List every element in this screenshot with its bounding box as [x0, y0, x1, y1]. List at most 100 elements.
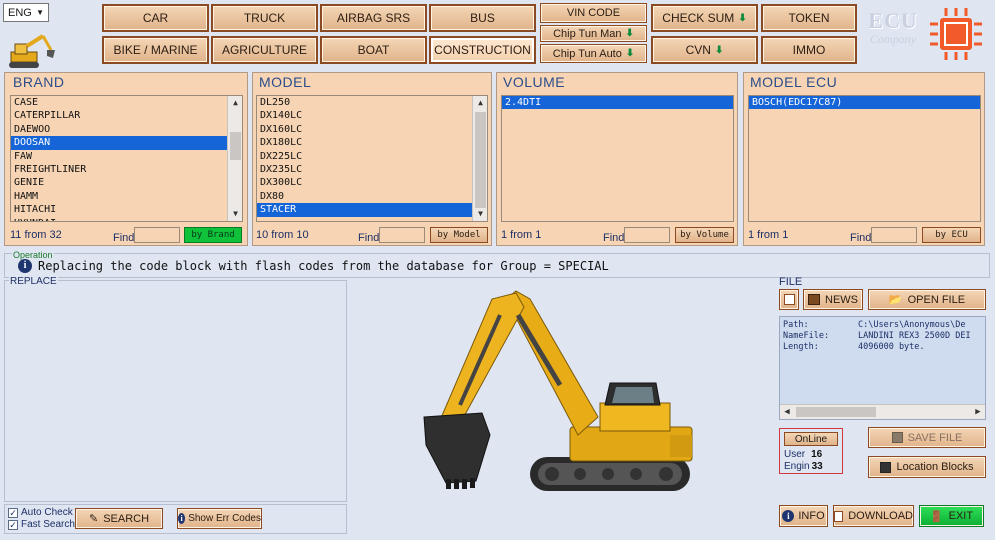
location-blocks-button[interactable]: Location Blocks: [868, 456, 986, 478]
list-item[interactable]: DL250: [257, 96, 487, 109]
list-item[interactable]: DX140LC: [257, 109, 487, 122]
by-ecu-button[interactable]: by ECU: [922, 227, 981, 243]
list-item[interactable]: CATERPILLAR: [11, 109, 242, 122]
brand-find-input[interactable]: [134, 227, 180, 243]
category-label: BOAT: [357, 43, 390, 57]
by-volume-button[interactable]: by Volume: [675, 227, 734, 243]
open-file-button[interactable]: 📂 OPEN FILE: [868, 289, 986, 310]
scroll-up-icon[interactable]: ▲: [473, 96, 487, 110]
chip-tun-man-button[interactable]: Chip Tun Man ⬇: [540, 25, 647, 42]
list-item[interactable]: DAEWOO: [11, 123, 242, 136]
category-bike-marine-button[interactable]: BIKE / MARINE: [102, 36, 209, 64]
category-agriculture-button[interactable]: AGRICULTURE: [211, 36, 318, 64]
online-button[interactable]: OnLine: [784, 432, 838, 446]
scroll-thumb[interactable]: [230, 132, 241, 160]
category-label: BUS: [470, 11, 495, 25]
list-item[interactable]: CASE: [11, 96, 242, 109]
list-item[interactable]: GENIE: [11, 176, 242, 189]
auto-check-checkbox[interactable]: ✓ Auto Check: [8, 507, 73, 518]
category-construction-button[interactable]: CONSTRUCTION: [429, 36, 536, 64]
save-file-button[interactable]: SAVE FILE: [868, 427, 986, 448]
scroll-up-icon[interactable]: ▲: [228, 96, 242, 110]
list-item[interactable]: BOSCH(EDC17C87): [749, 96, 980, 110]
category-label: CAR: [142, 11, 169, 25]
volume-title: VOLUME: [503, 74, 566, 90]
category-boat-button[interactable]: BOAT: [320, 36, 427, 64]
category-label: AIRBAG SRS: [336, 11, 411, 25]
category-truck-button[interactable]: TRUCK: [211, 4, 318, 32]
list-item[interactable]: 2.4DTI: [502, 96, 733, 110]
volume-find-input[interactable]: [624, 227, 670, 243]
scroll-left-icon[interactable]: ◀: [780, 405, 794, 419]
info-button[interactable]: i INFO: [779, 505, 828, 527]
immo-label: IMMO: [792, 43, 826, 57]
chip-tun-auto-button[interactable]: Chip Tun Auto ⬇: [540, 44, 647, 63]
info-icon: i: [178, 513, 186, 524]
volume-find-label: Find: [603, 232, 625, 244]
engin-stat: Engin 33: [784, 461, 823, 472]
news-button[interactable]: NEWS: [803, 289, 863, 310]
search-button[interactable]: ✎ SEARCH: [75, 508, 163, 529]
category-label: BIKE / MARINE: [113, 43, 198, 57]
list-item[interactable]: DX80: [257, 190, 487, 203]
model-scrollbar[interactable]: ▲ ▼: [472, 96, 487, 221]
file-folder-button[interactable]: [779, 289, 799, 310]
file-hscrollbar[interactable]: ◀ ▶: [780, 404, 985, 419]
file-name-row: NameFile: LANDINI REX3 2500D DEI: [780, 331, 985, 342]
model-ecu-find-input[interactable]: [871, 227, 917, 243]
chevron-down-icon: ▼: [36, 8, 44, 17]
cvn-button[interactable]: CVN ⬇: [651, 36, 758, 64]
list-item[interactable]: STACER: [257, 203, 487, 217]
volume-list[interactable]: 2.4DTI: [501, 95, 734, 222]
immo-button[interactable]: IMMO: [761, 36, 857, 64]
model-list[interactable]: DL250 DX140LC DX160LC DX180LC DX225LC DX235LC…: [256, 95, 488, 222]
token-button[interactable]: TOKEN: [761, 4, 857, 32]
brand-count: 11 from 32: [10, 229, 62, 241]
logo-line1: ECU: [868, 8, 918, 33]
list-item[interactable]: DX300LC: [257, 176, 487, 189]
show-err-codes-button[interactable]: i Show Err Codes: [177, 508, 262, 529]
list-item[interactable]: FAW: [11, 150, 242, 163]
list-item[interactable]: HAMM: [11, 190, 242, 203]
scroll-down-icon[interactable]: ▼: [473, 207, 487, 221]
category-car-button[interactable]: CAR: [102, 4, 209, 32]
list-item[interactable]: DX180LC: [257, 136, 487, 149]
model-find-input[interactable]: [379, 227, 425, 243]
model-ecu-title: MODEL ECU: [750, 74, 838, 90]
exit-button[interactable]: 🚪 EXIT: [919, 505, 984, 527]
exit-door-icon: 🚪: [929, 510, 944, 523]
path-key: Path:: [783, 320, 809, 330]
by-brand-button[interactable]: by Brand: [184, 227, 242, 243]
user-value: 16: [811, 449, 823, 460]
by-model-button[interactable]: by Model: [430, 227, 488, 243]
scroll-thumb[interactable]: [796, 407, 876, 417]
brand-scrollbar[interactable]: ▲ ▼: [227, 96, 242, 221]
scroll-thumb[interactable]: [475, 112, 486, 208]
list-item[interactable]: HITACHI: [11, 203, 242, 216]
check-sum-button[interactable]: CHECK SUM ⬇: [651, 4, 758, 32]
vin-code-label: VIN CODE: [566, 7, 621, 19]
category-airbag-button[interactable]: AIRBAG SRS: [320, 4, 427, 32]
open-file-label: OPEN FILE: [907, 293, 966, 306]
checkbox-checked-icon: ✓: [8, 507, 18, 518]
list-item[interactable]: DOOSAN: [11, 136, 242, 150]
list-item[interactable]: DX160LC: [257, 123, 487, 136]
fast-search-checkbox[interactable]: ✓ Fast Search: [8, 519, 75, 530]
vin-code-button[interactable]: VIN CODE: [540, 3, 647, 23]
language-select[interactable]: ENG ▼: [3, 3, 49, 22]
save-file-label: SAVE FILE: [907, 431, 963, 444]
download-icon: [834, 510, 844, 522]
category-bus-button[interactable]: BUS: [429, 4, 536, 32]
list-item[interactable]: DX225LC: [257, 150, 487, 163]
list-item[interactable]: DX235LC: [257, 163, 487, 176]
download-button[interactable]: DOWNLOAD: [833, 505, 914, 527]
online-status-box: OnLine User 16 Engin 33: [779, 428, 843, 474]
brand-list[interactable]: CASE CATERPILLAR DAEWOO DOOSAN FAW FREIGHTLIN…: [10, 95, 243, 222]
list-item[interactable]: FREIGHTLINER: [11, 163, 242, 176]
scroll-down-icon[interactable]: ▼: [228, 207, 242, 221]
scroll-right-icon[interactable]: ▶: [971, 405, 985, 419]
arrow-down-icon: ⬇: [625, 28, 634, 39]
list-item[interactable]: HYUNDAI: [11, 217, 242, 221]
search-doc-icon: ✎: [88, 513, 99, 525]
model-ecu-list[interactable]: BOSCH(EDC17C87): [748, 95, 981, 222]
